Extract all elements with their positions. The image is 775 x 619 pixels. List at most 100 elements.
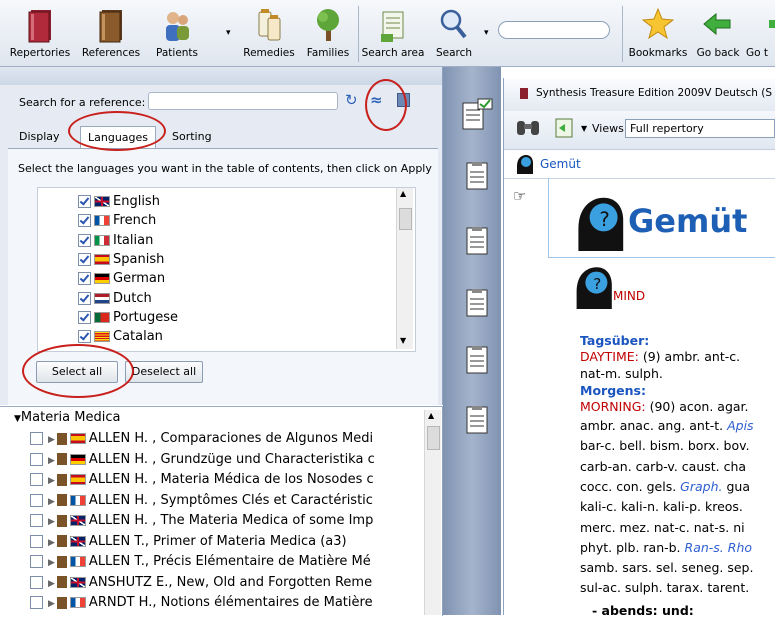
book-item[interactable]: ▶ALLEN T., Primer of Materia Medica (a3) <box>30 532 425 552</box>
remedy-highlight[interactable]: Graph. <box>680 479 722 494</box>
book-window-icon[interactable] <box>466 289 488 317</box>
scrollbar-thumb[interactable] <box>399 208 412 230</box>
book-item[interactable]: ▶ALLEN H. , Comparaciones de Algunos Med… <box>30 429 425 449</box>
book-window-icon[interactable] <box>466 162 488 190</box>
toolbar-search-input[interactable] <box>498 21 610 39</box>
remedy-text[interactable]: kali-c. kali-n. kali-p. kreos. <box>580 499 743 514</box>
tree-expand-icon[interactable]: ▶ <box>48 558 55 568</box>
tree-scrollbar[interactable]: ▲ <box>424 410 441 615</box>
language-checkbox[interactable] <box>78 292 91 305</box>
rubric-morning[interactable]: MORNING: (90) acon. agar. <box>580 398 749 415</box>
book-window-icon[interactable] <box>466 346 488 374</box>
book-checkbox[interactable] <box>30 596 43 609</box>
refresh-icon[interactable]: ↻ <box>345 91 358 109</box>
remedy-text[interactable]: samb. sars. sel. seneg. sep. <box>580 560 753 575</box>
tree-expand-icon[interactable]: ▶ <box>48 456 55 466</box>
toolbar-bookmarks-button[interactable]: Bookmarks <box>626 0 690 66</box>
language-item-italian[interactable]: Italian <box>78 231 153 250</box>
book-checkbox[interactable] <box>30 453 43 466</box>
book-window-icon[interactable] <box>466 406 488 434</box>
language-checkbox[interactable] <box>78 272 91 285</box>
toolbar-references-button[interactable]: References <box>78 0 144 66</box>
book-checkbox[interactable] <box>30 432 43 445</box>
book-checkbox[interactable] <box>30 494 43 507</box>
remedy-highlight[interactable]: Apis <box>727 418 753 433</box>
remedy-text[interactable]: sul-ac. sulph. tarax. tarent. <box>580 580 749 595</box>
toolbar-go-back-button[interactable]: Go back <box>690 0 746 66</box>
book-item[interactable]: ▶ALLEN T., Précis Elémentaire de Matière… <box>30 552 425 572</box>
languages-scrollbar[interactable]: ▲ ▼ <box>396 188 413 349</box>
tree-expand-icon[interactable]: ▶ <box>48 435 55 445</box>
language-checkbox[interactable] <box>78 330 91 343</box>
views-select[interactable]: Full repertory <box>625 119 775 138</box>
book-checkbox[interactable] <box>30 576 43 589</box>
active-book-window-icon[interactable] <box>460 97 494 131</box>
book-checkbox[interactable] <box>30 555 43 568</box>
scrollbar-thumb[interactable] <box>427 426 440 450</box>
language-item-catalan[interactable]: Catalan <box>78 327 163 346</box>
patients-dropdown-arrow-icon[interactable]: ▾ <box>226 28 231 38</box>
tab-sorting[interactable]: Sorting <box>165 126 219 148</box>
book-checkbox[interactable] <box>30 473 43 486</box>
tree-expand-icon[interactable]: ▶ <box>48 538 55 548</box>
tree-expand-icon[interactable]: ▶ <box>48 476 55 486</box>
toolbar-search-button[interactable]: Search <box>426 0 482 66</box>
language-item-english[interactable]: English <box>78 192 160 211</box>
toolbar-remedies-button[interactable]: Remedies <box>238 0 300 66</box>
book-window-icon[interactable] <box>466 227 488 255</box>
book-item[interactable]: ▶ALLEN H. , Grundzüge und Characteristik… <box>30 450 425 470</box>
tree-expand-icon[interactable]: ▶ <box>48 517 55 527</box>
tab-display[interactable]: Display <box>12 126 67 148</box>
tree-expand-icon[interactable]: ▶ <box>48 599 55 609</box>
rubric-daytime[interactable]: DAYTIME: (9) ambr. ant-c. <box>580 348 740 365</box>
scroll-up-icon[interactable]: ▲ <box>400 189 406 198</box>
book-item[interactable]: ▶ARNDT H., Notions élémentaires de Matiè… <box>30 593 425 613</box>
toolbar-families-button[interactable]: Families <box>300 0 356 66</box>
book-checkbox[interactable] <box>30 535 43 548</box>
remedy-text[interactable]: phyt. plb. ran-b. <box>580 540 685 555</box>
tree-root-materia-medica[interactable]: ▼Materia Medica <box>14 410 120 425</box>
language-item-french[interactable]: French <box>78 211 156 230</box>
deselect-all-button[interactable]: Deselect all <box>125 361 203 383</box>
language-checkbox[interactable] <box>78 253 91 266</box>
rubric-daytime-de[interactable]: Tagsüber: <box>580 332 649 349</box>
search-dropdown-arrow-icon[interactable]: ▾ <box>484 28 489 38</box>
scroll-down-icon[interactable]: ▼ <box>400 336 406 345</box>
remedy-highlight[interactable]: Ran-s. Rho <box>685 540 753 555</box>
language-checkbox[interactable] <box>78 234 91 247</box>
remedy-text[interactable]: bar-c. bell. bism. borx. bov. <box>580 438 750 453</box>
views-dropdown-arrow-icon[interactable]: ▼ <box>581 124 587 133</box>
toolbar-repertories-button[interactable]: Repertories <box>2 0 78 66</box>
toolbar-search-area-button[interactable]: Search area <box>360 0 426 66</box>
remedy-text[interactable]: cocc. con. gels. <box>580 479 680 494</box>
book-item[interactable]: ▶ALLEN H. , Symptômes Clés et Caractéris… <box>30 491 425 511</box>
pointing-hand-icon: ☞ <box>513 187 526 205</box>
book-checkbox[interactable] <box>30 514 43 527</box>
tree-expand-icon[interactable]: ▶ <box>48 579 55 589</box>
breadcrumb-gemut-link[interactable]: Gemüt <box>540 157 581 171</box>
toolbar-patients-button[interactable]: Patients <box>144 0 210 66</box>
views-icon[interactable] <box>553 117 577 139</box>
language-item-dutch[interactable]: Dutch <box>78 289 152 308</box>
language-item-german[interactable]: German <box>78 269 165 288</box>
binoculars-icon[interactable] <box>515 117 541 139</box>
book-item[interactable]: ▶ALLEN H. , Materia Médica de los Nosode… <box>30 470 425 490</box>
language-checkbox[interactable] <box>78 311 91 324</box>
language-checkbox[interactable] <box>78 195 91 208</box>
remedy-text[interactable]: ambr. anac. ang. ant-t. <box>580 418 727 433</box>
book-item[interactable]: ▶ANSHUTZ E., New, Old and Forgotten Reme <box>30 573 425 593</box>
language-item-spanish[interactable]: Spanish <box>78 250 164 269</box>
language-checkbox[interactable] <box>78 214 91 227</box>
tree-expand-icon[interactable]: ▼ <box>14 414 21 424</box>
remedy-text[interactable]: carb-an. carb-v. caust. cha <box>580 459 746 474</box>
book-item[interactable]: ▶ALLEN H. , The Materia Medica of some I… <box>30 511 425 531</box>
language-item-portugese[interactable]: Portugese <box>78 308 178 327</box>
tree-expand-icon[interactable]: ▶ <box>48 497 55 507</box>
toolbar-go-to-button[interactable]: Go t <box>746 0 775 66</box>
subrubric-evening[interactable]: - abends: und: <box>592 602 694 619</box>
rubric-morning-de[interactable]: Morgens: <box>580 382 646 399</box>
reference-search-input[interactable] <box>148 92 338 110</box>
scroll-up-icon[interactable]: ▲ <box>428 411 434 420</box>
remedy-text[interactable]: gua <box>723 479 751 494</box>
remedy-text[interactable]: merc. mez. nat-c. nat-s. ni <box>580 520 745 535</box>
